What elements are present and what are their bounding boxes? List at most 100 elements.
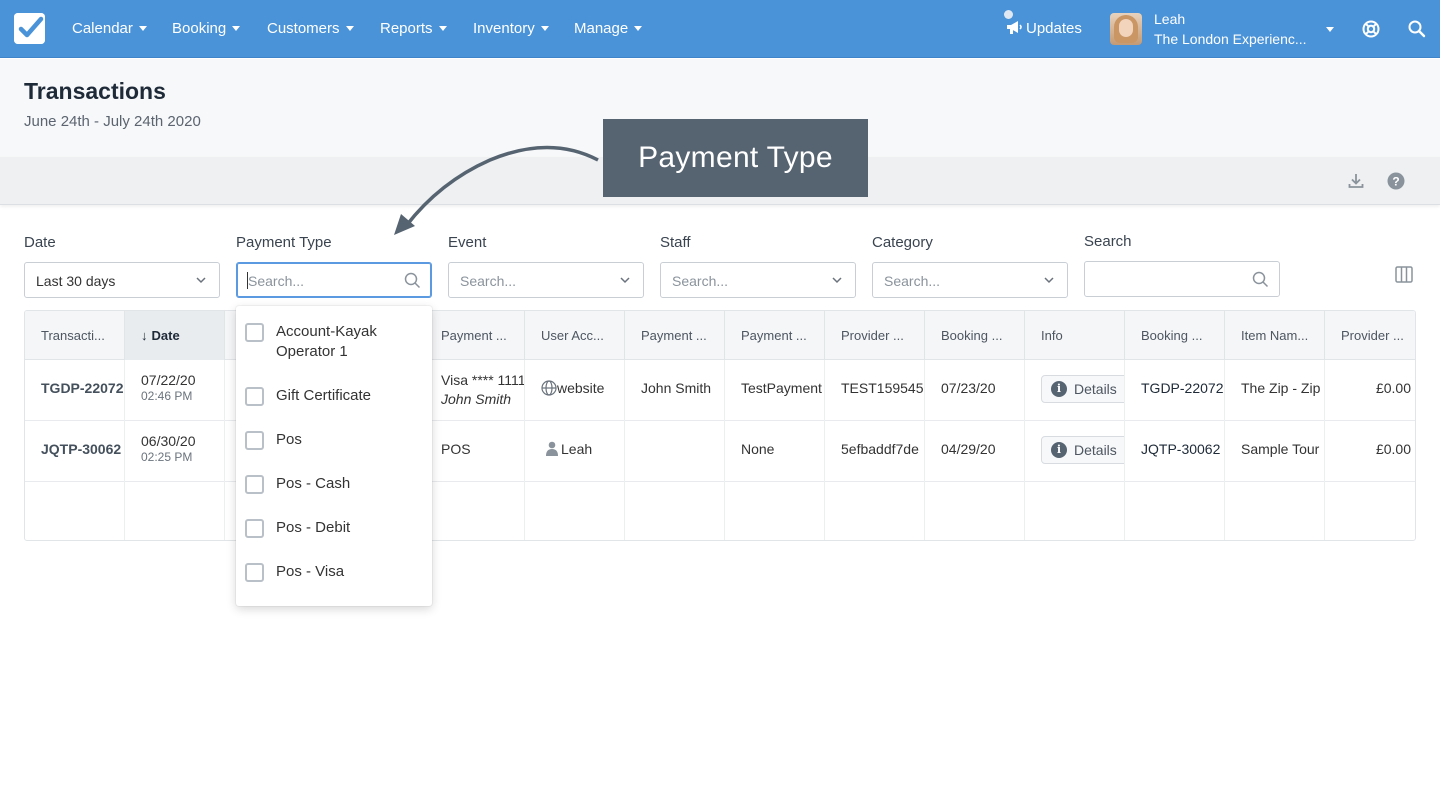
booking-date: 07/23/20 (925, 360, 1025, 421)
details-button[interactable]: i Details (1041, 436, 1124, 464)
lifebuoy-icon[interactable] (1362, 20, 1380, 38)
transaction-id[interactable]: TGDP-22072 (25, 360, 125, 421)
sort-down-arrow-icon: ↓ (141, 328, 148, 343)
empty-cell (1025, 482, 1125, 540)
column-header-item-name[interactable]: Item Nam... (1225, 311, 1325, 360)
page-title: Transactions (24, 78, 166, 104)
nav-manage[interactable]: Manage (574, 20, 643, 37)
checkbox[interactable] (245, 387, 264, 406)
checkbox[interactable] (245, 475, 264, 494)
search-icon[interactable] (1408, 20, 1426, 38)
column-header-user-account[interactable]: User Acc... (525, 311, 625, 360)
table-header: Transacti... ↓ Date Payment ... User Acc.… (25, 311, 1415, 360)
download-icon[interactable] (1347, 172, 1365, 190)
payment-type-option[interactable]: Pos - Cash (236, 474, 432, 496)
payment-ref: TestPayment (725, 360, 825, 421)
info-cell: i Details (1025, 421, 1125, 482)
payment-type-option[interactable]: Pos (236, 430, 432, 452)
column-header-transaction[interactable]: Transacti... (25, 311, 125, 360)
caret-down-icon (540, 25, 549, 31)
column-header-booking-code[interactable]: Booking ... (1125, 311, 1225, 360)
column-header-date[interactable]: ↓ Date (125, 311, 225, 360)
nav-booking[interactable]: Booking (172, 20, 241, 37)
transaction-date: 07/22/20 02:46 PM (125, 360, 225, 421)
person-icon (546, 441, 558, 456)
event-filter-select[interactable]: Search... (448, 262, 644, 298)
category-placeholder: Search... (884, 273, 941, 289)
transaction-id[interactable]: JQTP-30062 (25, 421, 125, 482)
column-header-booking-date[interactable]: Booking ... (925, 311, 1025, 360)
nav-reports[interactable]: Reports (380, 20, 447, 37)
column-header-payment-ref[interactable]: Payment ... (725, 311, 825, 360)
transactions-table: Transacti... ↓ Date Payment ... User Acc.… (24, 310, 1416, 541)
payment-by: John Smith (625, 360, 725, 421)
user-menu-caret-icon[interactable] (1326, 27, 1334, 32)
caret-down-icon (345, 25, 354, 31)
search-icon (404, 272, 421, 289)
staff-filter-label: Staff (660, 234, 691, 251)
column-header-payment-by[interactable]: Payment ... (625, 311, 725, 360)
category-filter-select[interactable]: Search... (872, 262, 1068, 298)
chevron-down-icon (832, 277, 842, 284)
checkbox[interactable] (245, 431, 264, 450)
empty-cell (1225, 482, 1325, 540)
date-filter-value: Last 30 days (36, 273, 116, 289)
option-label: Pos (276, 431, 302, 448)
option-label: Account-Kayak Operator 1 (276, 323, 377, 360)
payment-type-callout: Payment Type (603, 119, 868, 197)
caret-down-icon (232, 25, 241, 31)
chevron-down-icon (1044, 277, 1054, 284)
question-icon[interactable]: ? (1387, 172, 1405, 190)
nav-inventory[interactable]: Inventory (473, 20, 549, 37)
table-row[interactable]: JQTP-30062 06/30/20 02:25 PM POS Leah Non… (25, 421, 1415, 482)
column-header-provider-amount[interactable]: Provider ... (1325, 311, 1415, 360)
item-name: Sample Tour (1225, 421, 1325, 482)
event-placeholder: Search... (460, 273, 517, 289)
provider-id: 5efbaddf7de (825, 421, 925, 482)
chevron-down-icon (196, 277, 206, 284)
nav-calendar[interactable]: Calendar (72, 20, 147, 37)
user-organization[interactable]: The London Experienc... (1154, 31, 1307, 47)
checkbox-logo-icon[interactable] (14, 13, 45, 44)
payment-type-placeholder: Search... (248, 273, 305, 289)
staff-filter-select[interactable]: Search... (660, 262, 856, 298)
column-header-info[interactable]: Info (1025, 311, 1125, 360)
checkbox[interactable] (245, 563, 264, 582)
column-header-provider-id[interactable]: Provider ... (825, 311, 925, 360)
columns-icon[interactable] (1395, 266, 1413, 283)
date-range-subtitle: June 24th - July 24th 2020 (24, 113, 201, 130)
provider-id: TEST159545 (825, 360, 925, 421)
payment-type-option[interactable]: Account-Kayak Operator 1 (236, 322, 432, 366)
booking-code[interactable]: JQTP-30062 (1125, 421, 1225, 482)
user-account: website (525, 360, 625, 421)
empty-cell (725, 482, 825, 540)
search-input[interactable] (1084, 261, 1280, 297)
avatar[interactable] (1110, 13, 1142, 45)
payment-type-option[interactable]: Pos - Visa (236, 562, 432, 584)
column-header-payment-method[interactable]: Payment ... (425, 311, 525, 360)
booking-code[interactable]: TGDP-22072 (1125, 360, 1225, 421)
payment-type-option[interactable]: Gift Certificate (236, 386, 432, 408)
payment-type-option[interactable]: Pos - Debit (236, 518, 432, 540)
notification-dot (1004, 10, 1013, 19)
date-filter-label: Date (24, 234, 56, 251)
payment-type-search-input[interactable]: Search... (236, 262, 432, 298)
staff-placeholder: Search... (672, 273, 729, 289)
empty-cell (125, 482, 225, 540)
payment-method: POS (425, 421, 525, 482)
details-button[interactable]: i Details (1041, 375, 1124, 403)
user-name[interactable]: Leah (1154, 11, 1185, 27)
checkbox[interactable] (245, 519, 264, 538)
caret-down-icon (634, 25, 643, 31)
empty-cell (525, 482, 625, 540)
payment-by (625, 421, 725, 482)
checkbox[interactable] (245, 323, 264, 342)
empty-cell (825, 482, 925, 540)
nav-customers[interactable]: Customers (267, 20, 354, 37)
info-icon: i (1051, 381, 1067, 397)
item-name: The Zip - Zip (1225, 360, 1325, 421)
date-filter-select[interactable]: Last 30 days (24, 262, 220, 298)
search-icon (1252, 271, 1269, 288)
table-row[interactable]: TGDP-22072 07/22/20 02:46 PM Visa **** 11… (25, 360, 1415, 421)
updates-button[interactable]: Updates (1004, 10, 1082, 37)
